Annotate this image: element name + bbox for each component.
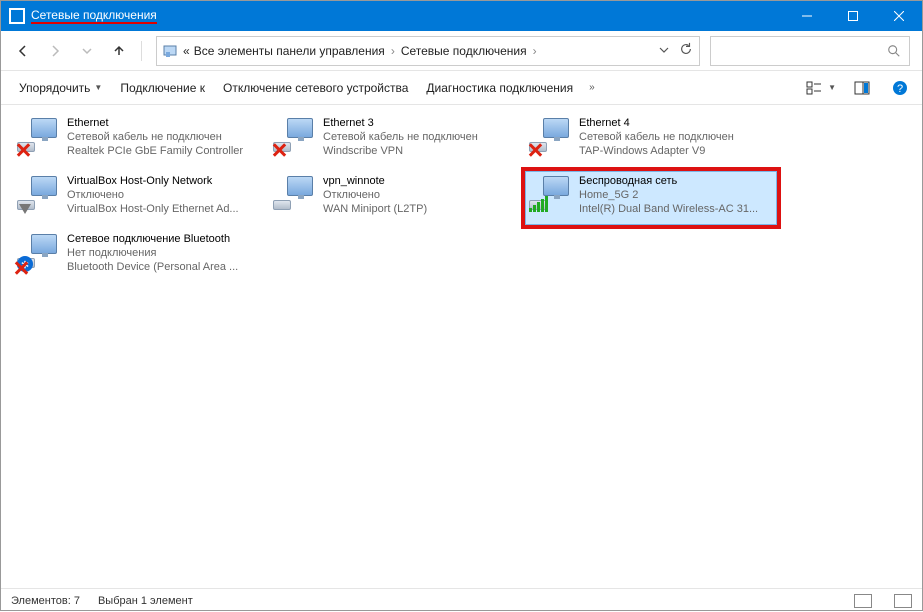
connection-text: vpn_winnoteОтключеноWAN Miniport (L2TP): [323, 174, 427, 222]
diagnose-label: Диагностика подключения: [426, 81, 573, 95]
connection-item[interactable]: Беспроводная сетьHome_5G 2Intel(R) Dual …: [525, 171, 777, 225]
connection-device: Windscribe VPN: [323, 144, 478, 158]
connection-device: Realtek PCIe GbE Family Controller: [67, 144, 243, 158]
location-icon: [163, 43, 179, 59]
forward-button[interactable]: [41, 37, 69, 65]
connection-device: TAP-Windows Adapter V9: [579, 144, 734, 158]
connection-text: Ethernet 4Сетевой кабель не подключенTAP…: [579, 116, 734, 164]
window-title: Сетевые подключения: [31, 8, 157, 24]
connection-name: Ethernet: [67, 116, 243, 130]
breadcrumb-prefix: «: [183, 44, 190, 58]
help-button[interactable]: ?: [888, 76, 912, 100]
connection-text: VirtualBox Host-Only NetworkОтключеноVir…: [67, 174, 239, 222]
connection-status: Сетевой кабель не подключен: [323, 130, 478, 144]
disable-device-label: Отключение сетевого устройства: [223, 81, 408, 95]
adapter-icon: [17, 116, 61, 164]
connection-item[interactable]: ∗Сетевое подключение BluetoothНет подклю…: [13, 229, 265, 283]
chevron-down-icon: ▼: [94, 83, 102, 92]
selection-count: Выбран 1 элемент: [98, 595, 193, 607]
recent-locations-button[interactable]: [73, 37, 101, 65]
connection-text: Ethernet 3Сетевой кабель не подключенWin…: [323, 116, 478, 164]
preview-pane-button[interactable]: [850, 76, 874, 100]
connection-status: Отключено: [67, 188, 239, 202]
connection-device: WAN Miniport (L2TP): [323, 202, 427, 216]
diagnose-button[interactable]: Диагностика подключения: [418, 77, 581, 99]
search-input[interactable]: [710, 36, 910, 66]
adapter-icon: [273, 174, 317, 222]
view-options-button[interactable]: [802, 76, 826, 100]
organize-label: Упорядочить: [19, 81, 90, 95]
status-bar: Элементов: 7 Выбран 1 элемент: [1, 588, 922, 612]
maximize-button[interactable]: [830, 1, 876, 31]
connection-status: Нет подключения: [67, 246, 238, 260]
breadcrumb-item[interactable]: Сетевые подключения: [401, 44, 527, 58]
connection-status: Сетевой кабель не подключен: [579, 130, 734, 144]
connection-status: Отключено: [323, 188, 427, 202]
separator: [141, 41, 142, 61]
connection-device: Intel(R) Dual Band Wireless-AC 31...: [579, 202, 758, 216]
adapter-icon: ∗: [17, 232, 61, 280]
overflow-button[interactable]: »: [583, 82, 601, 93]
connection-item[interactable]: Ethernet 3Сетевой кабель не подключенWin…: [269, 113, 521, 167]
navigation-bar: « Все элементы панели управления › Сетев…: [1, 31, 922, 71]
connection-item[interactable]: EthernetСетевой кабель не подключенRealt…: [13, 113, 265, 167]
up-button[interactable]: [105, 37, 133, 65]
disable-device-button[interactable]: Отключение сетевого устройства: [215, 77, 416, 99]
adapter-icon: [17, 174, 61, 222]
item-count: Элементов: 7: [11, 595, 80, 607]
command-toolbar: Упорядочить ▼ Подключение к Отключение с…: [1, 71, 922, 105]
connection-item[interactable]: VirtualBox Host-Only NetworkОтключеноVir…: [13, 171, 265, 225]
connection-status: Home_5G 2: [579, 188, 758, 202]
refresh-button[interactable]: [679, 42, 693, 59]
search-icon: [887, 44, 901, 58]
connection-device: VirtualBox Host-Only Ethernet Ad...: [67, 202, 239, 216]
connection-text: EthernetСетевой кабель не подключенRealt…: [67, 116, 243, 164]
adapter-icon: [529, 116, 573, 164]
connections-list: EthernetСетевой кабель не подключенRealt…: [1, 105, 922, 588]
address-bar[interactable]: « Все элементы панели управления › Сетев…: [156, 36, 700, 66]
adapter-icon: [273, 116, 317, 164]
minimize-button[interactable]: [784, 1, 830, 31]
connection-device: Bluetooth Device (Personal Area ...: [67, 260, 238, 274]
connect-to-button[interactable]: Подключение к: [112, 77, 213, 99]
adapter-icon: [529, 174, 573, 222]
organize-button[interactable]: Упорядочить ▼: [11, 77, 110, 99]
breadcrumb-item[interactable]: Все элементы панели управления: [194, 44, 385, 58]
back-button[interactable]: [9, 37, 37, 65]
connection-name: Сетевое подключение Bluetooth: [67, 232, 238, 246]
connect-to-label: Подключение к: [120, 81, 205, 95]
connection-text: Беспроводная сетьHome_5G 2Intel(R) Dual …: [579, 174, 758, 222]
connection-item[interactable]: Ethernet 4Сетевой кабель не подключенTAP…: [525, 113, 777, 167]
connection-name: Беспроводная сеть: [579, 174, 758, 188]
system-icon: [9, 8, 25, 24]
chevron-down-icon[interactable]: ▼: [828, 83, 836, 92]
dropdown-icon[interactable]: [659, 44, 669, 58]
connection-item[interactable]: vpn_winnoteОтключеноWAN Miniport (L2TP): [269, 171, 521, 225]
connection-name: VirtualBox Host-Only Network: [67, 174, 239, 188]
connection-name: Ethernet 3: [323, 116, 478, 130]
connection-name: Ethernet 4: [579, 116, 734, 130]
large-icons-view-button[interactable]: [894, 594, 912, 608]
connection-text: Сетевое подключение BluetoothНет подключ…: [67, 232, 238, 280]
close-button[interactable]: [876, 1, 922, 31]
connection-status: Сетевой кабель не подключен: [67, 130, 243, 144]
chevron-right-icon[interactable]: ›: [531, 44, 539, 58]
titlebar: Сетевые подключения: [1, 1, 922, 31]
details-view-button[interactable]: [854, 594, 872, 608]
connection-name: vpn_winnote: [323, 174, 427, 188]
chevron-right-icon[interactable]: ›: [389, 44, 397, 58]
svg-text:?: ?: [897, 83, 903, 95]
